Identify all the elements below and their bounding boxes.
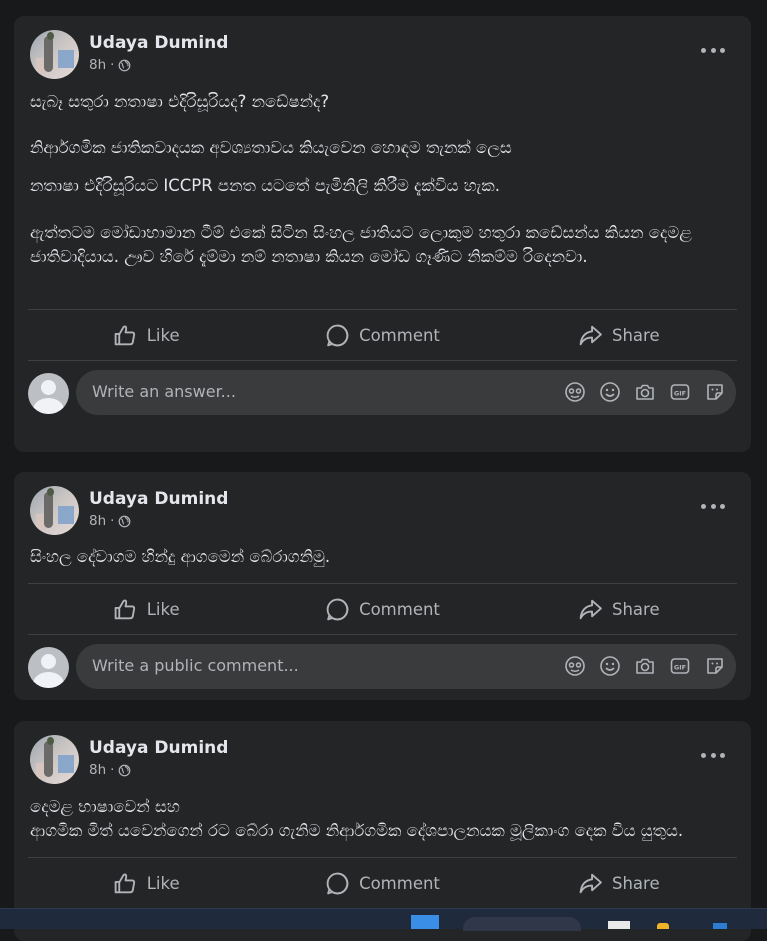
like-label: Like <box>146 325 180 345</box>
comment-input[interactable]: Write an answer... <box>76 370 736 415</box>
share-label: Share <box>612 599 660 619</box>
taskbar-app-icon[interactable] <box>713 923 727 929</box>
globe-icon <box>118 59 131 72</box>
gif-icon[interactable] <box>669 381 691 403</box>
like-label: Like <box>146 599 180 619</box>
like-button[interactable]: Like <box>28 858 264 908</box>
more-icon[interactable] <box>701 749 725 761</box>
comment-button[interactable]: Comment <box>264 310 500 360</box>
comment-tools <box>564 381 726 403</box>
comment-placeholder: Write an answer... <box>92 382 236 401</box>
post-meta: 8h · <box>89 513 131 529</box>
avatar-frame-icon[interactable] <box>564 655 586 677</box>
post-paragraph: සිංහල දේවාගම හින්දු ආගමෙන් බේරාගනිමු. <box>30 547 331 566</box>
like-button[interactable]: Like <box>28 584 264 634</box>
post-meta: 8h · <box>89 762 131 778</box>
emoji-icon[interactable] <box>599 655 621 677</box>
like-button[interactable]: Like <box>28 310 264 360</box>
post-text: සැබෑ සතුරා නතාෂා එදිරිසූරියද? නඩේෂන්ද? න… <box>14 74 751 269</box>
meta-separator: · <box>110 57 115 73</box>
author-name[interactable]: Udaya Dumind <box>89 489 228 509</box>
sticker-icon[interactable] <box>704 655 726 677</box>
post-time[interactable]: 8h <box>89 513 106 529</box>
divider <box>28 634 737 635</box>
windows-start-icon[interactable] <box>411 915 439 929</box>
taskbar <box>0 908 767 931</box>
post-time[interactable]: 8h <box>89 57 106 73</box>
divider <box>28 360 737 361</box>
more-icon[interactable] <box>701 500 725 512</box>
comment-icon <box>325 597 350 622</box>
author-name[interactable]: Udaya Dumind <box>89 738 228 758</box>
globe-icon <box>118 515 131 528</box>
camera-icon[interactable] <box>634 655 656 677</box>
share-button[interactable]: Share <box>501 584 737 634</box>
comment-tools <box>564 655 726 677</box>
share-icon <box>578 597 603 622</box>
post-meta: 8h · <box>89 57 131 73</box>
comment-composer: Write a public comment... <box>14 637 751 699</box>
comment-input[interactable]: Write a public comment... <box>76 644 736 689</box>
like-label: Like <box>146 873 180 893</box>
comment-label: Comment <box>359 873 440 893</box>
post-time[interactable]: 8h <box>89 762 106 778</box>
meta-separator: · <box>110 513 115 529</box>
like-icon <box>113 597 138 622</box>
comment-icon <box>325 323 350 348</box>
post-card: Udaya Dumind 8h · සිංහල දේවාගම හින්දු ආග… <box>14 472 751 700</box>
camera-icon[interactable] <box>634 381 656 403</box>
action-bar: Like Comment Share <box>28 584 737 634</box>
user-avatar[interactable] <box>28 373 69 414</box>
share-icon <box>578 871 603 896</box>
post-header: Udaya Dumind 8h · <box>14 721 751 784</box>
comment-label: Comment <box>359 599 440 619</box>
post-paragraph: නිර්ආගමික ජාතිකවාදයක අවශ්‍යතාවය කියැවෙන … <box>30 138 512 157</box>
emoji-icon[interactable] <box>599 381 621 403</box>
comment-label: Comment <box>359 325 440 345</box>
comment-button[interactable]: Comment <box>264 858 500 908</box>
like-icon <box>113 323 138 348</box>
post-text: දෙමළ භාෂාවෙන් සහ ආගමික මිත් යවෙන්ගෙන් රට… <box>14 779 751 843</box>
action-bar: Like Comment Share <box>28 310 737 360</box>
author-avatar[interactable] <box>30 735 79 784</box>
post-paragraph: ඇත්තටම මෝඩාභාමාන ටීම් එකේ සිටින සිංහල ජා… <box>30 223 692 266</box>
comment-composer: Write an answer... <box>14 363 751 425</box>
taskbar-folder-icon[interactable] <box>657 923 669 929</box>
post-paragraph: නතාෂා එදිරිසූරියට ICCPR පනත යටතේ පැමිනිල… <box>30 176 500 195</box>
globe-icon <box>118 764 131 777</box>
comment-placeholder: Write a public comment... <box>92 656 299 675</box>
post-card: Udaya Dumind 8h · සැබෑ සතුරා නතාෂා එදිරි… <box>14 16 751 452</box>
author-name[interactable]: Udaya Dumind <box>89 33 228 53</box>
post-text: සිංහල දේවාගම හින්දු ආගමෙන් බේරාගනිමු. <box>14 530 751 569</box>
sticker-icon[interactable] <box>704 381 726 403</box>
like-icon <box>113 871 138 896</box>
comment-icon <box>325 871 350 896</box>
share-label: Share <box>612 325 660 345</box>
action-bar: Like Comment Share <box>28 858 737 908</box>
post-paragraph: සැබෑ සතුරා නතාෂා එදිරිසූරියද? නඩේෂන්ද? <box>30 92 330 111</box>
post-header: Udaya Dumind 8h · <box>14 16 751 79</box>
author-avatar[interactable] <box>30 486 79 535</box>
share-button[interactable]: Share <box>501 858 737 908</box>
comment-button[interactable]: Comment <box>264 584 500 634</box>
share-icon <box>578 323 603 348</box>
share-button[interactable]: Share <box>501 310 737 360</box>
post-header: Udaya Dumind 8h · <box>14 472 751 535</box>
more-icon[interactable] <box>701 44 725 56</box>
avatar-frame-icon[interactable] <box>564 381 586 403</box>
meta-separator: · <box>110 762 115 778</box>
gif-icon[interactable] <box>669 655 691 677</box>
author-avatar[interactable] <box>30 30 79 79</box>
taskbar-search[interactable] <box>463 917 581 931</box>
share-label: Share <box>612 873 660 893</box>
post-paragraph: දෙමළ භාෂාවෙන් සහ ආගමික මිත් යවෙන්ගෙන් රට… <box>30 797 684 840</box>
user-avatar[interactable] <box>28 647 69 688</box>
